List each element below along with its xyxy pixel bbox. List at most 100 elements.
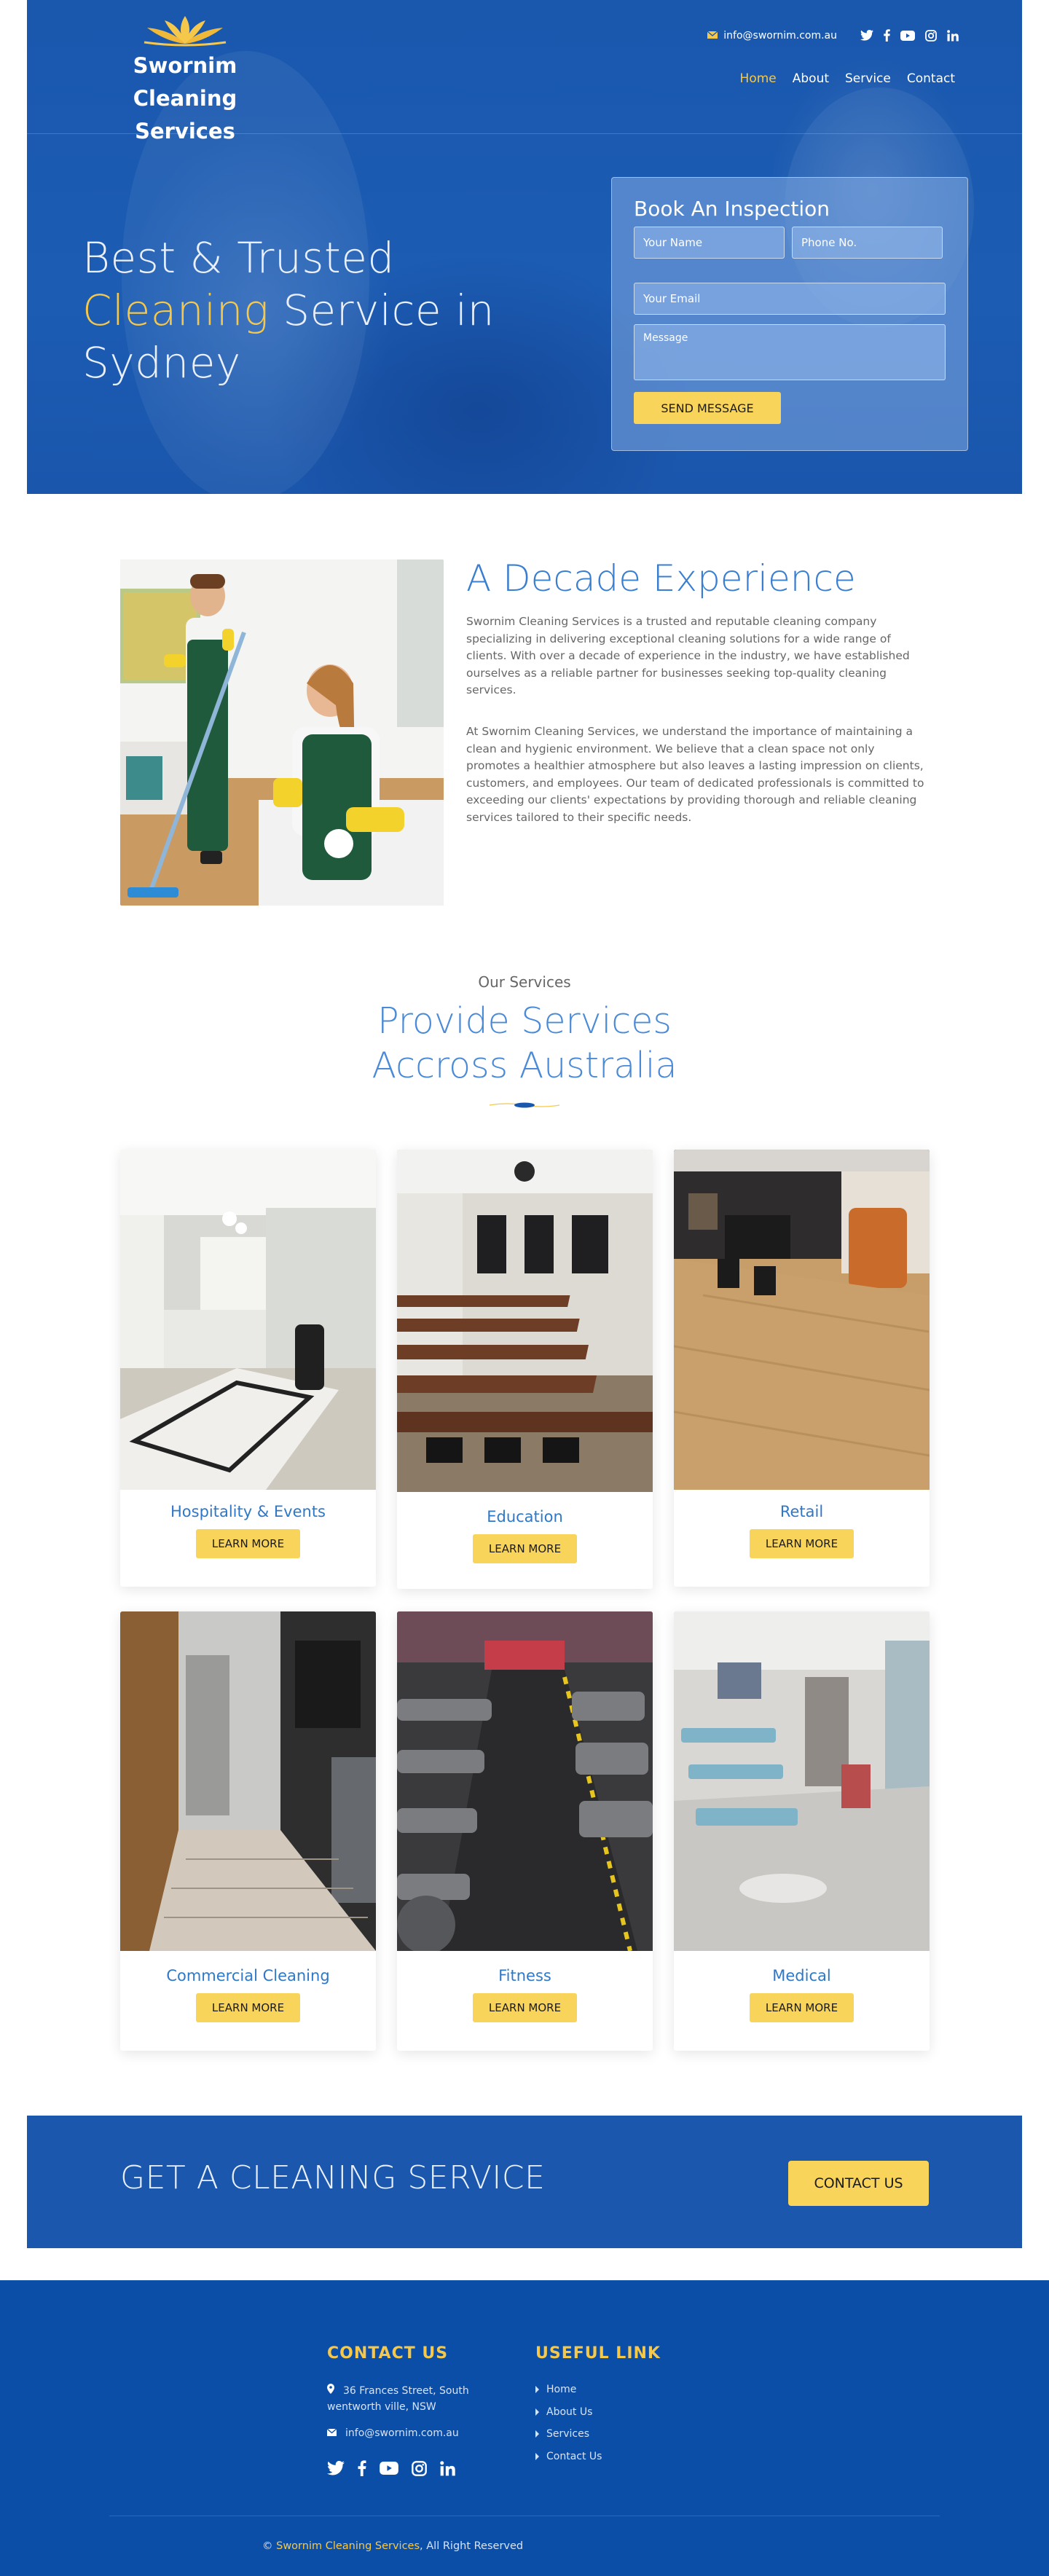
send-message-button[interactable]: SEND MESSAGE [634, 392, 781, 424]
service-image-medical [674, 1611, 930, 1951]
header-topbar: info@swornim.com.au [707, 29, 959, 42]
site-logo[interactable]: Swornim Cleaning Services [83, 13, 287, 148]
service-name: Fitness [498, 1967, 551, 1984]
about-paragraph-1: Swornim Cleaning Services is a trusted a… [466, 615, 910, 696]
learn-more-button[interactable]: LEARN MORE [473, 1534, 577, 1563]
service-card-retail[interactable]: Retail LEARN MORE [674, 1150, 930, 1587]
learn-more-button[interactable]: LEARN MORE [473, 1993, 577, 2022]
twitter-icon[interactable] [327, 2461, 345, 2475]
service-card-fitness[interactable]: Fitness LEARN MORE [397, 1611, 653, 2051]
hero-title: Best & Trusted Cleaning Service in Sydne… [82, 232, 534, 389]
service-name: Hospitality & Events [170, 1503, 326, 1520]
caret-right-icon [535, 2386, 539, 2393]
phone-input[interactable]: Phone No. [792, 227, 943, 259]
main-nav: Home About Service Contact [740, 71, 955, 86]
about-paragraph-2: At Swornim Cleaning Services, we underst… [466, 725, 924, 824]
footer-address: 36 Frances Street, South wentworth ville… [327, 2383, 469, 2415]
caret-right-icon [535, 2408, 539, 2416]
footer-links: Home About Us Services Contact Us [535, 2384, 602, 2473]
service-image-retail [674, 1150, 930, 1490]
footer-link-home[interactable]: Home [535, 2384, 602, 2395]
header-social-links [860, 29, 959, 42]
learn-more-button[interactable]: LEARN MORE [196, 1993, 300, 2022]
service-name: Retail [779, 1503, 824, 1520]
nav-contact[interactable]: Contact [907, 71, 955, 86]
nav-service[interactable]: Service [845, 71, 891, 86]
service-image-education [397, 1150, 653, 1492]
twitter-icon[interactable] [860, 30, 873, 41]
service-name: Medical [772, 1967, 831, 1984]
hero-section: Swornim Cleaning Services info@swornim.c… [27, 0, 1022, 494]
footer-link-contact[interactable]: Contact Us [535, 2451, 602, 2462]
footer-link-label: Contact Us [546, 2450, 602, 2462]
facebook-icon[interactable] [358, 2460, 366, 2476]
service-name: Education [487, 1508, 563, 1525]
message-textarea[interactable]: Message [634, 324, 946, 380]
hero-title-part3: Sydney [82, 338, 241, 388]
service-card-commercial[interactable]: Commercial Cleaning LEARN MORE [120, 1611, 376, 2051]
learn-more-button[interactable]: LEARN MORE [196, 1529, 300, 1558]
booking-form: Book An Inspection Your Name Phone No. Y… [611, 177, 968, 451]
copyright-symbol: © [262, 2540, 273, 2552]
service-name: Commercial Cleaning [166, 1967, 330, 1984]
name-input[interactable]: Your Name [634, 227, 785, 259]
caret-right-icon [535, 2430, 539, 2438]
service-card-medical[interactable]: Medical LEARN MORE [674, 1611, 930, 2051]
footer-address-line1: 36 Frances Street, South [343, 2385, 469, 2397]
services-title-line1: Provide Services [377, 1000, 672, 1042]
footer-social-links [327, 2460, 455, 2476]
services-title: Provide Services Accross Australia [0, 999, 1049, 1088]
footer-email[interactable]: info@swornim.com.au [326, 2425, 459, 2441]
footer-useful-heading: USEFUL LINK [535, 2344, 661, 2363]
footer-copyright: © Swornim Cleaning Services, All Right R… [262, 2540, 523, 2552]
logo-text-line1: Swornim Cleaning [133, 53, 237, 111]
services-kicker: Our Services [478, 973, 571, 991]
email-input[interactable]: Your Email [634, 283, 946, 315]
footer-email-text: info@swornim.com.au [345, 2427, 459, 2439]
hero-title-highlight: Cleaning [82, 286, 270, 335]
copyright-brand-link[interactable]: Swornim Cleaning Services [276, 2540, 420, 2552]
footer-link-label: Home [546, 2384, 577, 2395]
linkedin-icon[interactable] [440, 2460, 455, 2476]
logo-text-line2: Services [135, 119, 235, 144]
youtube-icon[interactable] [380, 2462, 398, 2475]
linkedin-icon[interactable] [947, 29, 959, 42]
learn-more-button[interactable]: LEARN MORE [750, 1529, 854, 1558]
services-title-line2: Accross Australia [372, 1045, 677, 1086]
footer-contact-heading: CONTACT US [327, 2344, 449, 2363]
hero-title-part2: Service in [283, 286, 495, 335]
section-divider-icon [490, 1102, 559, 1108]
nav-home[interactable]: Home [740, 71, 777, 86]
footer-link-services[interactable]: Services [535, 2428, 602, 2440]
instagram-icon[interactable] [412, 2460, 427, 2476]
youtube-icon[interactable] [900, 30, 915, 41]
caret-right-icon [535, 2452, 539, 2460]
learn-more-button[interactable]: LEARN MORE [750, 1993, 854, 2022]
hero-title-part1: Best & Trusted [82, 233, 395, 283]
envelope-icon [326, 2425, 337, 2441]
service-image-fitness [397, 1611, 653, 1951]
envelope-icon [707, 30, 718, 42]
facebook-icon[interactable] [884, 29, 890, 42]
footer-link-label: About Us [546, 2406, 593, 2418]
about-title: A Decade Experience [466, 557, 856, 600]
cta-title: GET A CLEANING SERVICE [120, 2159, 546, 2196]
nav-about[interactable]: About [793, 71, 829, 86]
lotus-logo-icon [144, 16, 227, 47]
booking-form-title: Book An Inspection [634, 197, 830, 221]
footer-link-label: Services [546, 2428, 590, 2440]
cleaners-photo [120, 559, 444, 906]
service-image-hospitality [120, 1150, 376, 1490]
service-card-hospitality[interactable]: Hospitality & Events LEARN MORE [120, 1150, 376, 1587]
contact-us-button[interactable]: CONTACT US [788, 2161, 929, 2206]
copyright-suffix: , All Right Reserved [420, 2540, 524, 2552]
cta-banner: GET A CLEANING SERVICE CONTACT US [27, 2116, 1022, 2248]
footer-address-line2: wentworth ville, NSW [327, 2401, 436, 2413]
site-footer: CONTACT US 36 Frances Street, South went… [0, 2280, 1049, 2576]
header-email-text: info@swornim.com.au [723, 29, 837, 42]
service-card-education[interactable]: Education LEARN MORE [397, 1150, 653, 1589]
header-email[interactable]: info@swornim.com.au [707, 30, 837, 42]
service-image-commercial [120, 1611, 376, 1951]
footer-link-about[interactable]: About Us [535, 2406, 602, 2418]
instagram-icon[interactable] [925, 29, 937, 42]
